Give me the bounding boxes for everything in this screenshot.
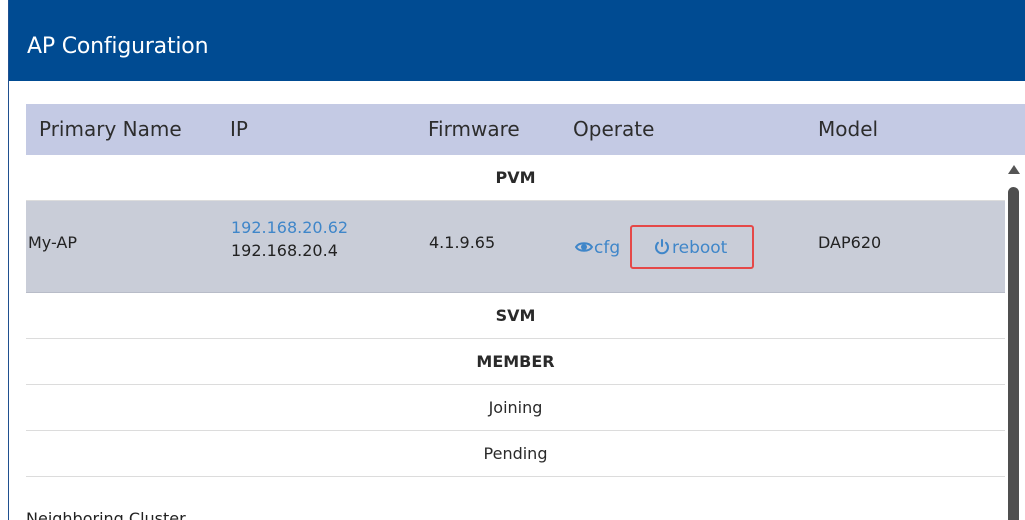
primary-name-cell: My-AP: [28, 233, 78, 252]
section-label-member: MEMBER: [476, 352, 555, 371]
column-header-primary-name[interactable]: Primary Name: [39, 116, 182, 142]
ip-primary-link[interactable]: 192.168.20.62: [231, 217, 348, 239]
cfg-button-label: cfg: [594, 238, 621, 258]
section-row-member: MEMBER: [26, 339, 1005, 385]
reboot-button[interactable]: reboot: [653, 237, 727, 259]
column-header-ip[interactable]: IP: [230, 116, 248, 142]
cfg-button[interactable]: cfg: [574, 237, 621, 259]
window-title: AP Configuration: [27, 34, 209, 59]
scrollbar-thumb[interactable]: [1008, 187, 1019, 520]
vertical-scrollbar[interactable]: [1005, 155, 1025, 520]
ip-secondary-cell: 192.168.20.4: [231, 241, 338, 260]
table-header: Primary Name IP Firmware Operate Model: [26, 104, 1025, 155]
window-title-bar: AP Configuration: [9, 0, 1025, 81]
power-icon: [653, 238, 671, 256]
status-row-joining: Joining: [26, 385, 1005, 431]
status-label-joining: Joining: [488, 398, 543, 417]
table-body: PVM My-AP 192.168.20.62 192.168.20.4 4.1…: [26, 155, 1005, 520]
model-cell: DAP620: [818, 233, 882, 252]
section-row-svm: SVM: [26, 293, 1005, 339]
neighboring-cluster-label: Neighboring Cluster: [26, 509, 186, 520]
ap-configuration-content: Primary Name IP Firmware Operate Model P…: [9, 81, 1025, 520]
eye-icon: [574, 238, 594, 256]
column-header-operate[interactable]: Operate: [573, 116, 654, 142]
section-label-pvm: PVM: [495, 168, 536, 187]
section-label-svm: SVM: [495, 306, 536, 325]
table-row[interactable]: My-AP 192.168.20.62 192.168.20.4 4.1.9.6…: [26, 201, 1005, 293]
column-header-firmware[interactable]: Firmware: [428, 116, 520, 142]
status-label-pending: Pending: [483, 444, 548, 463]
reboot-button-label: reboot: [672, 238, 728, 258]
scroll-up-arrow-icon[interactable]: [1008, 165, 1020, 174]
section-row-pvm: PVM: [26, 155, 1005, 201]
status-row-pending: Pending: [26, 431, 1005, 477]
firmware-cell: 4.1.9.65: [429, 233, 496, 252]
ap-configuration-window: AP Configuration Primary Name IP Firmwar…: [8, 0, 1025, 520]
column-header-model[interactable]: Model: [818, 116, 878, 142]
